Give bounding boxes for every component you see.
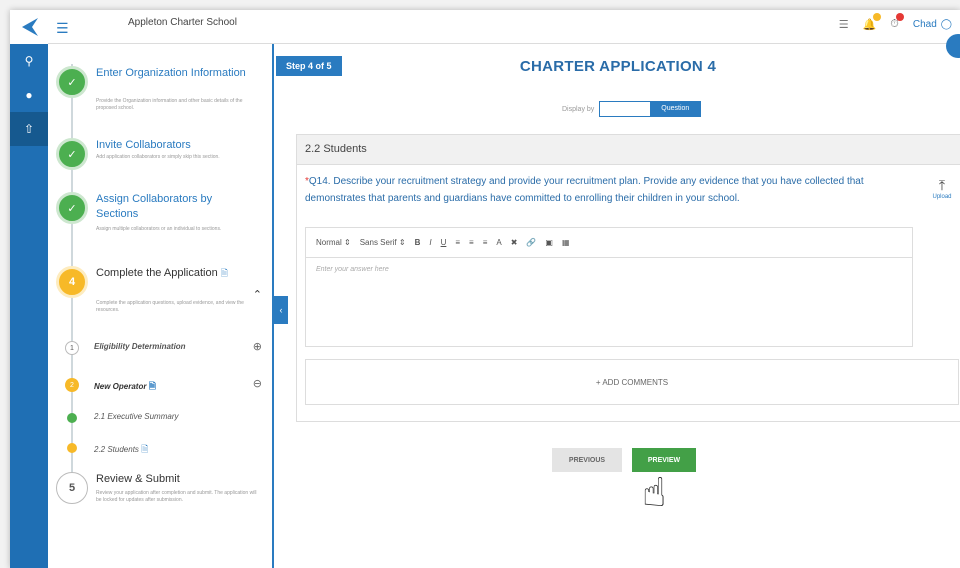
document-icon[interactable]: 🗎 — [149, 381, 156, 391]
step-title: Assign Collaborators by Sections — [96, 193, 213, 220]
document-icon[interactable]: 🗎 — [221, 268, 228, 278]
upload-icon: ⤒ — [938, 177, 946, 193]
pointer-hand-icon: ☝ — [642, 471, 667, 515]
substep-label: New Operator 🗎 — [94, 379, 156, 395]
bullet-list-icon[interactable]: ≡ — [469, 238, 474, 247]
main-content: Step 4 of 5 CHARTER APPLICATION 4 Displa… — [276, 34, 960, 568]
underline-icon[interactable]: U — [441, 238, 447, 247]
answer-placeholder[interactable]: Enter your answer here — [306, 258, 912, 281]
font-select[interactable]: Sans Serif ⇕ — [360, 238, 406, 247]
italic-icon[interactable]: I — [429, 238, 431, 247]
top-bar: ☰ Appleton Charter School ☰ 🔔 ⏱ Chad ◯ — [10, 10, 960, 44]
preview-button[interactable]: PREVIEW — [632, 448, 696, 472]
avatar-icon: ◯ — [940, 19, 952, 30]
substep-number: 1 — [65, 341, 79, 355]
alerts-icon[interactable]: ⏱ — [890, 13, 904, 31]
section-title: 2.2 Students — [297, 135, 960, 165]
toggle-option-question[interactable]: Question — [650, 102, 701, 116]
school-name: Appleton Charter School — [128, 17, 237, 28]
chat-icon[interactable]: ● — [10, 78, 48, 112]
user-menu[interactable]: Chad ◯ — [913, 19, 952, 30]
top-right-tools: ☰ 🔔 ⏱ Chad ◯ — [839, 13, 952, 31]
step-desc: Provide the Organization information and… — [96, 98, 243, 111]
user-name: Chad — [912, 19, 937, 30]
step-number: 4 — [56, 266, 88, 298]
complete-dot-icon — [67, 413, 77, 423]
image-icon[interactable]: ▣ — [545, 238, 553, 247]
substep-label: Eligibility Determination — [94, 342, 186, 351]
nav-buttons: PREVIOUS PREVIEW — [552, 448, 696, 472]
substep-students[interactable]: 2.2 Students 🗎 — [56, 440, 266, 458]
question-card: 2.2 Students *Q14. Describe your recruit… — [296, 134, 960, 422]
page-title: CHARTER APPLICATION 4 — [519, 58, 717, 75]
upload-icon[interactable]: ⇧ — [10, 112, 48, 146]
chevron-up-icon[interactable]: ⌃ — [253, 288, 262, 301]
step-number: 5 — [56, 472, 88, 504]
check-icon: ✓ — [56, 66, 88, 98]
steps-panel: ✓ Enter Organization Information Provide… — [48, 44, 274, 568]
format-value: Normal — [316, 238, 342, 247]
expand-icon[interactable]: ⊕ — [253, 340, 262, 353]
question-text: *Q14. Describe your recruitment strategy… — [305, 173, 905, 207]
check-icon: ✓ — [56, 138, 88, 170]
clear-format-icon[interactable]: ✖ — [511, 238, 518, 247]
corner-badge — [946, 34, 960, 58]
editor-toolbar: Normal ⇕ Sans Serif ⇕ B I U ≡ ≡ ≡ A ✖ 🔗 … — [306, 228, 912, 258]
alert-badge — [895, 13, 904, 21]
hamburger-icon[interactable]: ☰ — [56, 20, 69, 37]
answer-editor[interactable]: Normal ⇕ Sans Serif ⇕ B I U ≡ ≡ ≡ A ✖ 🔗 … — [305, 227, 913, 347]
toggle-option-left[interactable] — [600, 102, 650, 116]
substep-eligibility[interactable]: 1 Eligibility Determination ⊕ — [56, 340, 266, 358]
search-icon[interactable]: ⚲ — [10, 44, 48, 78]
document-icon[interactable]: 🗎 — [141, 444, 148, 454]
substep-label: 2.1 Executive Summary — [94, 412, 179, 421]
align-icon[interactable]: ≡ — [483, 238, 488, 247]
substep-label-text: 2.2 Students — [94, 445, 139, 454]
substep-new-operator[interactable]: 2 New Operator 🗎 ⊖ — [56, 377, 266, 395]
text-color-icon[interactable]: A — [496, 238, 501, 247]
display-toggle[interactable]: Question — [599, 101, 702, 117]
font-value: Sans Serif — [359, 238, 397, 247]
step-desc: Assign multiple collaborators or an indi… — [96, 226, 222, 232]
list-icon[interactable]: ☰ — [839, 18, 849, 31]
step-title-text: Complete the Application — [96, 267, 218, 279]
video-icon[interactable]: ▦ — [562, 238, 570, 247]
substep-executive-summary[interactable]: 2.1 Executive Summary — [56, 410, 266, 428]
left-rail: ⚲ ● ⇧ — [10, 44, 48, 568]
step-title: Invite Collaborators — [96, 139, 191, 151]
substep-number: 2 — [65, 378, 79, 392]
bold-icon[interactable]: B — [415, 238, 421, 247]
substep-label: 2.2 Students 🗎 — [94, 442, 148, 458]
upload-button[interactable]: ⤒ Upload — [927, 177, 957, 200]
substep-label-text: New Operator — [94, 382, 147, 391]
format-select[interactable]: Normal ⇕ — [316, 238, 351, 247]
step-desc: Review your application after completion… — [96, 490, 257, 503]
notification-badge — [873, 13, 882, 21]
display-by: Display by Question — [562, 101, 702, 117]
step-title: Enter Organization Information — [96, 67, 246, 79]
step-title: Review & Submit — [96, 473, 180, 485]
check-icon: ✓ — [56, 192, 88, 224]
step-title: Complete the Application 🗎 — [96, 266, 256, 281]
upload-label: Upload — [932, 194, 952, 200]
previous-button[interactable]: PREVIOUS — [552, 448, 622, 472]
link-icon[interactable]: 🔗 — [526, 238, 536, 247]
logo-icon[interactable] — [10, 10, 48, 44]
step-desc: Complete the application questions, uplo… — [96, 300, 244, 313]
notifications-icon[interactable]: 🔔 — [863, 13, 882, 31]
display-by-label: Display by — [562, 105, 595, 113]
ordered-list-icon[interactable]: ≡ — [455, 238, 460, 247]
step-desc: Add application collaborators or simply … — [96, 154, 220, 160]
add-comments-button[interactable]: + ADD COMMENTS — [305, 359, 959, 405]
question-body: Q14. Describe your recruitment strategy … — [305, 176, 864, 204]
current-dot-icon — [67, 443, 77, 453]
collapse-icon[interactable]: ⊖ — [253, 377, 262, 390]
app-window: ☰ Appleton Charter School ☰ 🔔 ⏱ Chad ◯ ⚲… — [10, 10, 960, 568]
